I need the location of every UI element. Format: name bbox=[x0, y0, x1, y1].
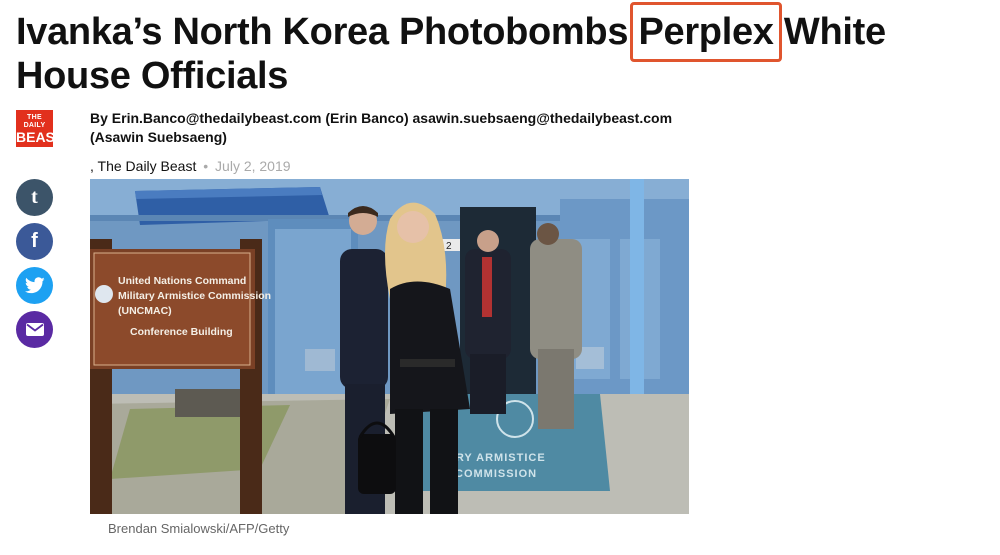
highlighted-word-text: Perplex bbox=[638, 11, 774, 53]
sign-line-4: Conference Building bbox=[130, 326, 233, 338]
email-icon bbox=[25, 323, 44, 336]
sign-line-3: (UNCMAC) bbox=[118, 305, 172, 317]
tumblr-share-button[interactable]: t bbox=[16, 179, 53, 216]
source-name[interactable]: The Daily Beast bbox=[98, 158, 197, 174]
mat-line-2: COMMISSION bbox=[455, 468, 537, 480]
article-photo: 2 TARY ARMISTICE COMMISSION United Natio… bbox=[90, 179, 689, 514]
publish-date: July 2, 2019 bbox=[215, 158, 291, 174]
facebook-icon: f bbox=[31, 230, 38, 252]
byline: By Erin.Banco@thedailybeast.com (Erin Ba… bbox=[90, 110, 673, 145]
twitter-icon bbox=[24, 277, 45, 294]
logo-line-1: THE DAILY bbox=[23, 114, 46, 129]
sign-line-1: United Nations Command bbox=[118, 275, 246, 287]
daily-beast-logo[interactable]: THE DAILY BEAST bbox=[16, 110, 64, 147]
logo-line-2: BEAST bbox=[16, 129, 64, 145]
headline-highlighted-word: Perplex bbox=[630, 2, 782, 62]
tumblr-icon: t bbox=[31, 186, 38, 208]
facebook-share-button[interactable]: f bbox=[16, 223, 53, 260]
twitter-share-button[interactable] bbox=[16, 267, 53, 304]
photo-scene: 2 TARY ARMISTICE COMMISSION United Natio… bbox=[90, 179, 689, 514]
sign-line-2: Military Armistice Commission bbox=[118, 290, 271, 302]
photo-credit: Brendan Smialowski/AFP/Getty bbox=[108, 521, 290, 536]
door-number: 2 bbox=[446, 241, 452, 252]
email-share-button[interactable] bbox=[16, 311, 53, 348]
headline-text-start: Ivanka’s North Korea Photobombs bbox=[16, 11, 639, 53]
source-prefix: , bbox=[90, 158, 94, 174]
headline: Ivanka’s North Korea Photobombs Perplex … bbox=[16, 2, 1000, 98]
separator-dot: • bbox=[203, 158, 209, 174]
source-line: , The Daily Beast • July 2, 2019 bbox=[90, 158, 291, 174]
